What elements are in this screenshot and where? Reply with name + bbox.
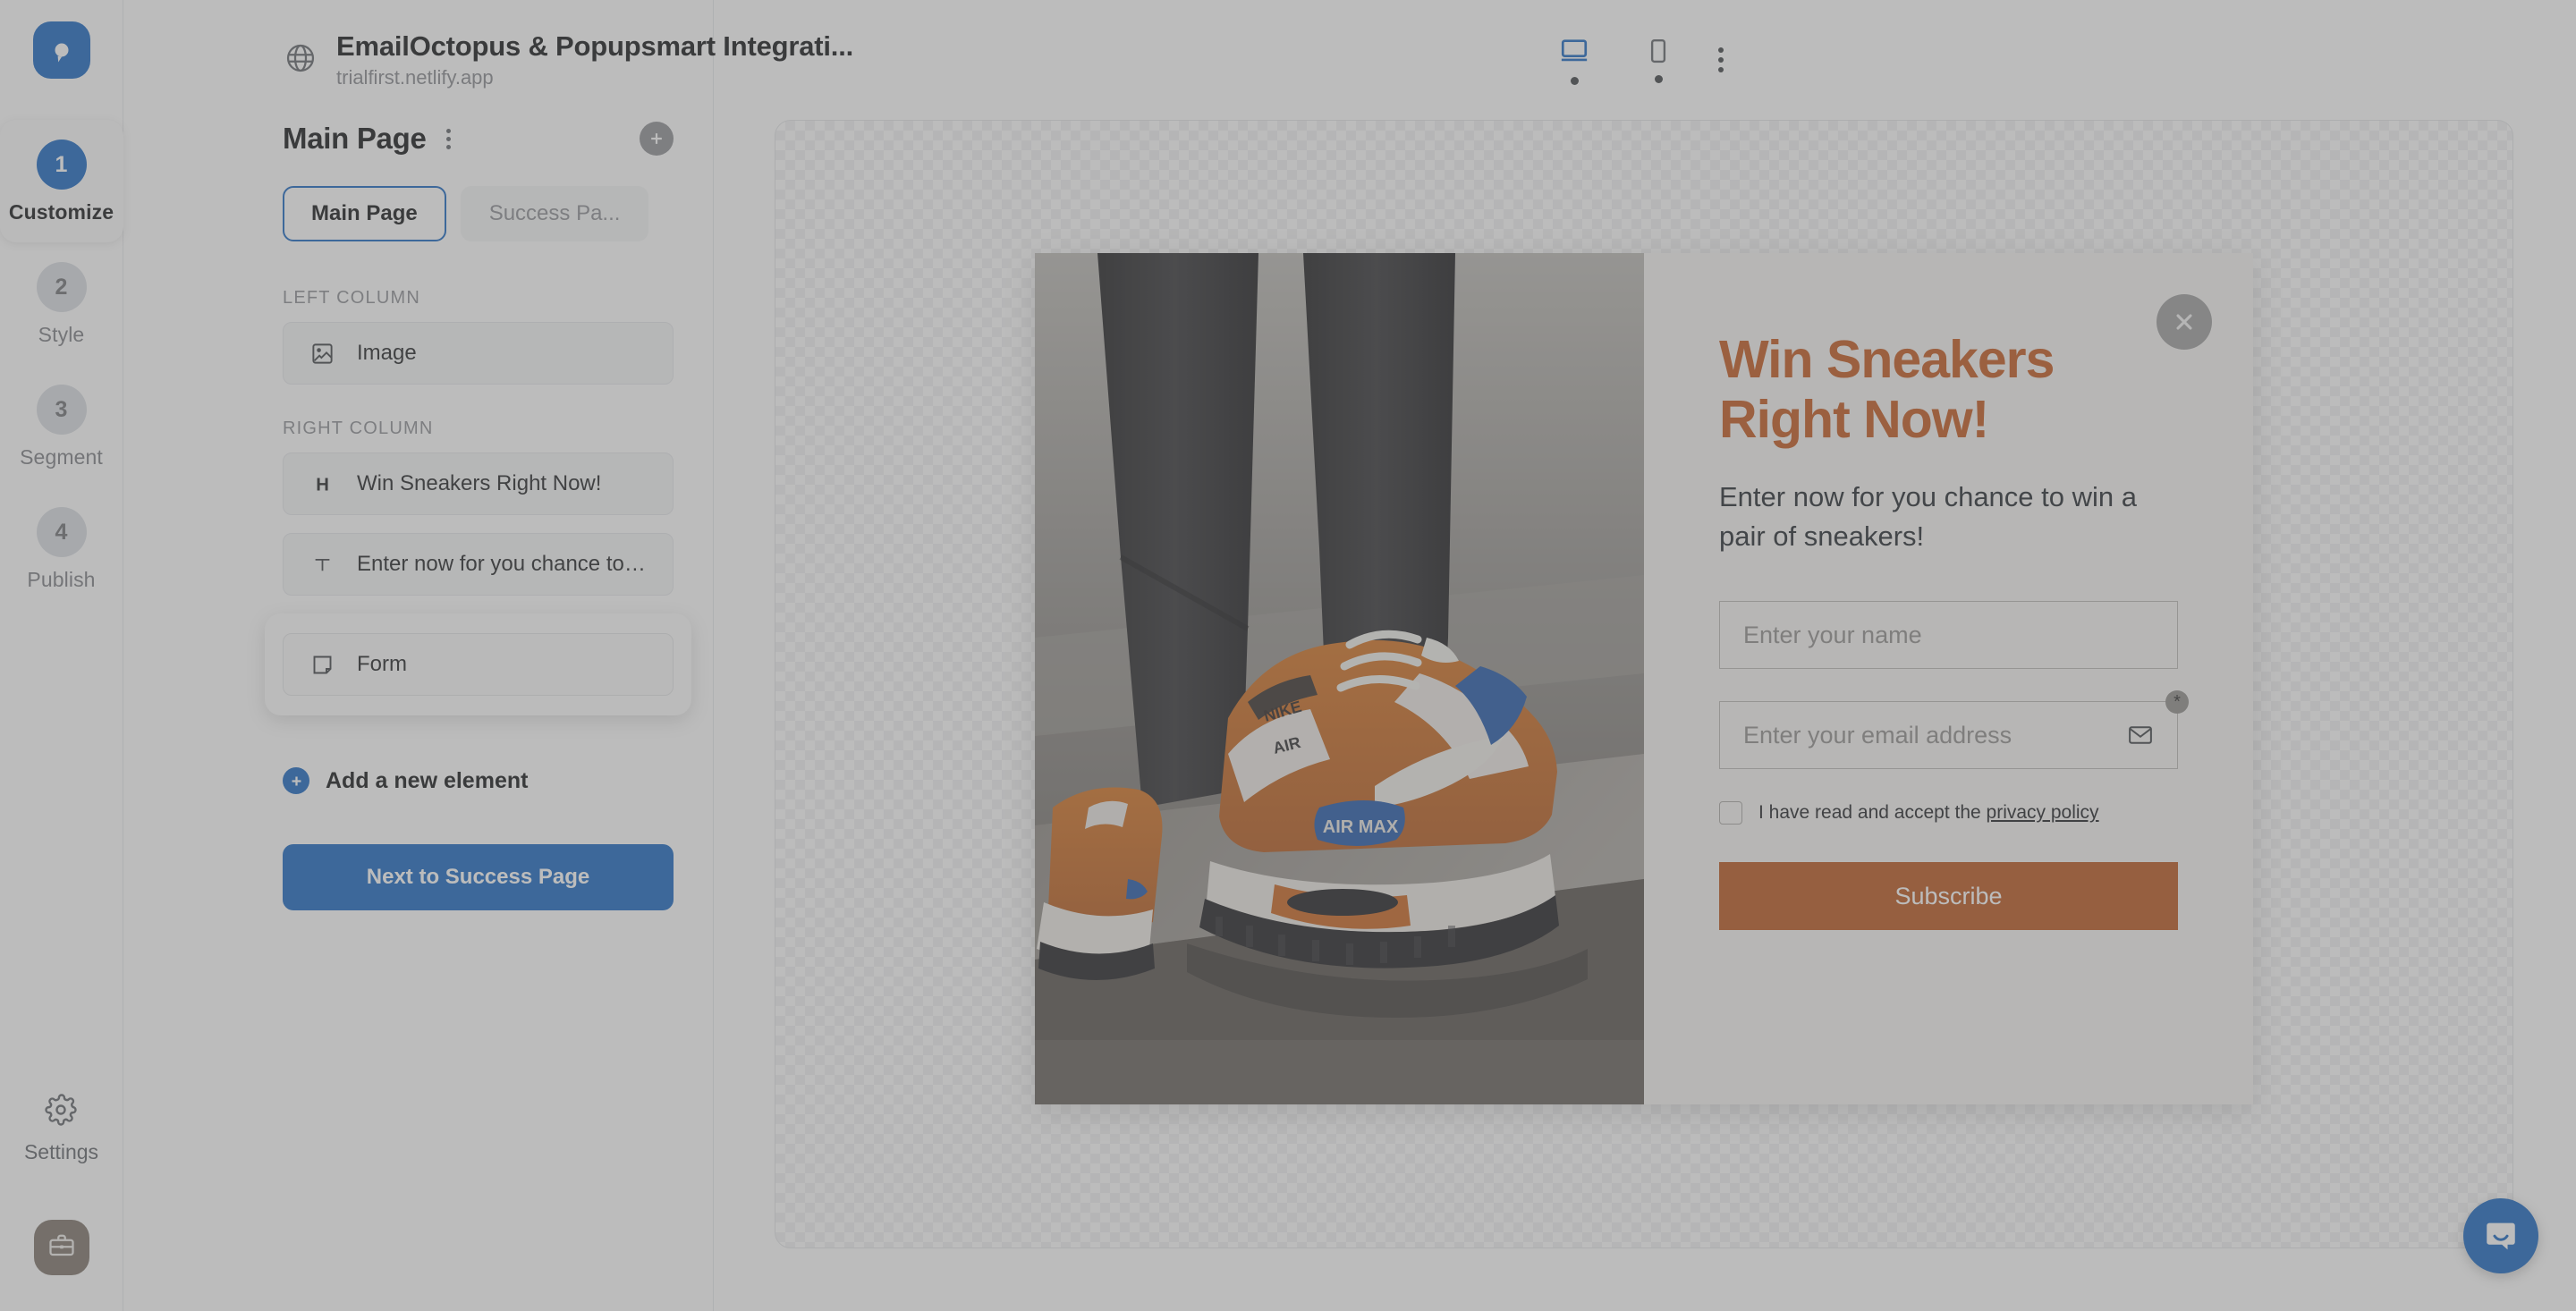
svg-text:AIR MAX: AIR MAX [1323,817,1399,837]
section-label-right-column: RIGHT COLUMN [283,419,674,439]
required-field-badge: * [2165,690,2189,714]
app-logo[interactable] [33,21,90,79]
element-label: Win Sneakers Right Now! [357,471,601,496]
heading-icon: H [307,472,337,496]
page-title: EmailOctopus & Popupsmart Integrati... [336,30,659,63]
preview-canvas: NIKE AIR AIR MAX [775,120,2513,1248]
step-label: Publish [27,568,95,592]
svg-text:H: H [316,475,329,495]
popup-preview: NIKE AIR AIR MAX [1035,253,2253,1104]
name-input[interactable]: Enter your name [1719,601,2178,669]
popup-headline: Win Sneakers Right Now! [1719,330,2140,449]
image-icon [307,342,337,366]
vertical-dots-icon[interactable] [441,123,456,155]
canvas-wrapper: NIKE AIR AIR MAX [714,120,2576,1311]
element-label: Enter now for you chance to win a p... [357,552,649,577]
left-rail: 1 Customize 2 Style 3 Segment 4 Publish [0,0,123,1311]
globe-icon [284,42,317,79]
name-input-placeholder: Enter your name [1743,622,1922,649]
orange-nike-air-max-sneakers-photo: NIKE AIR AIR MAX [1035,253,1644,1104]
step-label: Style [38,323,85,347]
subscribe-button[interactable]: Subscribe [1719,862,2178,930]
site-header: EmailOctopus & Popupsmart Integrati... t… [123,0,713,120]
settings-label: Settings [24,1140,98,1164]
popup-subtext: Enter now for you chance to win a pair o… [1719,478,2178,556]
popupsmart-logo-icon [45,33,79,67]
tab-main-page[interactable]: Main Page [283,186,446,241]
active-indicator-dot [1571,77,1579,85]
step-label: Customize [9,200,114,224]
panel-body: Main Page Main Page Success Pa... LEFT C… [123,122,713,910]
sidebar-step-segment[interactable]: 3 Segment [0,365,123,487]
consent-checkbox[interactable] [1719,801,1742,825]
consent-prefix: I have read and accept the [1758,802,1987,823]
app-root: 1 Customize 2 Style 3 Segment 4 Publish [0,0,2576,1311]
text-icon [307,553,337,577]
device-toggle-desktop[interactable] [1559,36,1589,85]
next-to-success-page-button[interactable]: Next to Success Page [283,844,674,910]
element-highlight-spotlight: Form [265,613,691,715]
plus-circle-icon[interactable] [640,122,674,156]
sidebar-item-settings[interactable]: Settings [24,1094,98,1164]
popup-image[interactable]: NIKE AIR AIR MAX [1035,253,1644,1104]
step-number: 2 [37,262,87,312]
briefcase-icon [48,1232,75,1264]
current-page-title: Main Page [283,122,427,156]
avatar[interactable] [34,1220,89,1275]
wizard-steps: 1 Customize 2 Style 3 Segment 4 Publish [0,120,123,610]
add-new-element-button[interactable]: Add a new element [283,767,674,794]
email-input-placeholder: Enter your email address [1743,722,2012,749]
close-icon[interactable] [2157,294,2212,350]
sidebar-step-customize[interactable]: 1 Customize [0,120,123,242]
element-row-image[interactable]: Image [283,322,674,385]
element-row-heading[interactable]: H Win Sneakers Right Now! [283,453,674,515]
consent-text: I have read and accept the privacy polic… [1758,802,2099,824]
plus-icon [283,767,309,794]
element-row-form[interactable]: Form [283,633,674,696]
gear-icon [45,1094,77,1130]
sidebar-step-publish[interactable]: 4 Publish [0,487,123,610]
add-new-element-label: Add a new element [326,768,528,794]
page-title-row: Main Page [283,122,674,156]
consent-checkbox-row: I have read and accept the privacy polic… [1719,801,2178,825]
privacy-policy-link[interactable]: privacy policy [1987,802,2099,823]
page-tabs: Main Page Success Pa... [283,186,674,241]
email-input[interactable]: Enter your email address * [1719,701,2178,769]
popup-content: Win Sneakers Right Now! Enter now for yo… [1644,253,2253,1104]
form-icon [307,653,337,677]
active-indicator-dot [1655,75,1663,83]
step-label: Segment [20,445,103,469]
main-area: NIKE AIR AIR MAX [714,0,2576,1311]
site-url: trialfirst.netlify.app [336,66,659,89]
step-number: 1 [37,140,87,190]
step-number: 4 [37,507,87,557]
chat-bubble-icon[interactable] [2463,1198,2538,1273]
rail-bottom: Settings [0,1094,123,1311]
envelope-icon [2127,722,2154,749]
editor-panel: EmailOctopus & Popupsmart Integrati... t… [123,0,714,1311]
device-toggle-mobile[interactable] [1645,38,1672,83]
element-label: Form [357,652,407,677]
device-toolbar [714,0,2576,120]
vertical-dots-icon[interactable] [1711,40,1731,80]
element-label: Image [357,341,417,366]
tab-success-page[interactable]: Success Pa... [461,186,649,241]
sidebar-step-style[interactable]: 2 Style [0,242,123,365]
step-number: 3 [37,385,87,435]
element-row-text[interactable]: Enter now for you chance to win a p... [283,533,674,596]
section-label-left-column: LEFT COLUMN [283,288,674,309]
